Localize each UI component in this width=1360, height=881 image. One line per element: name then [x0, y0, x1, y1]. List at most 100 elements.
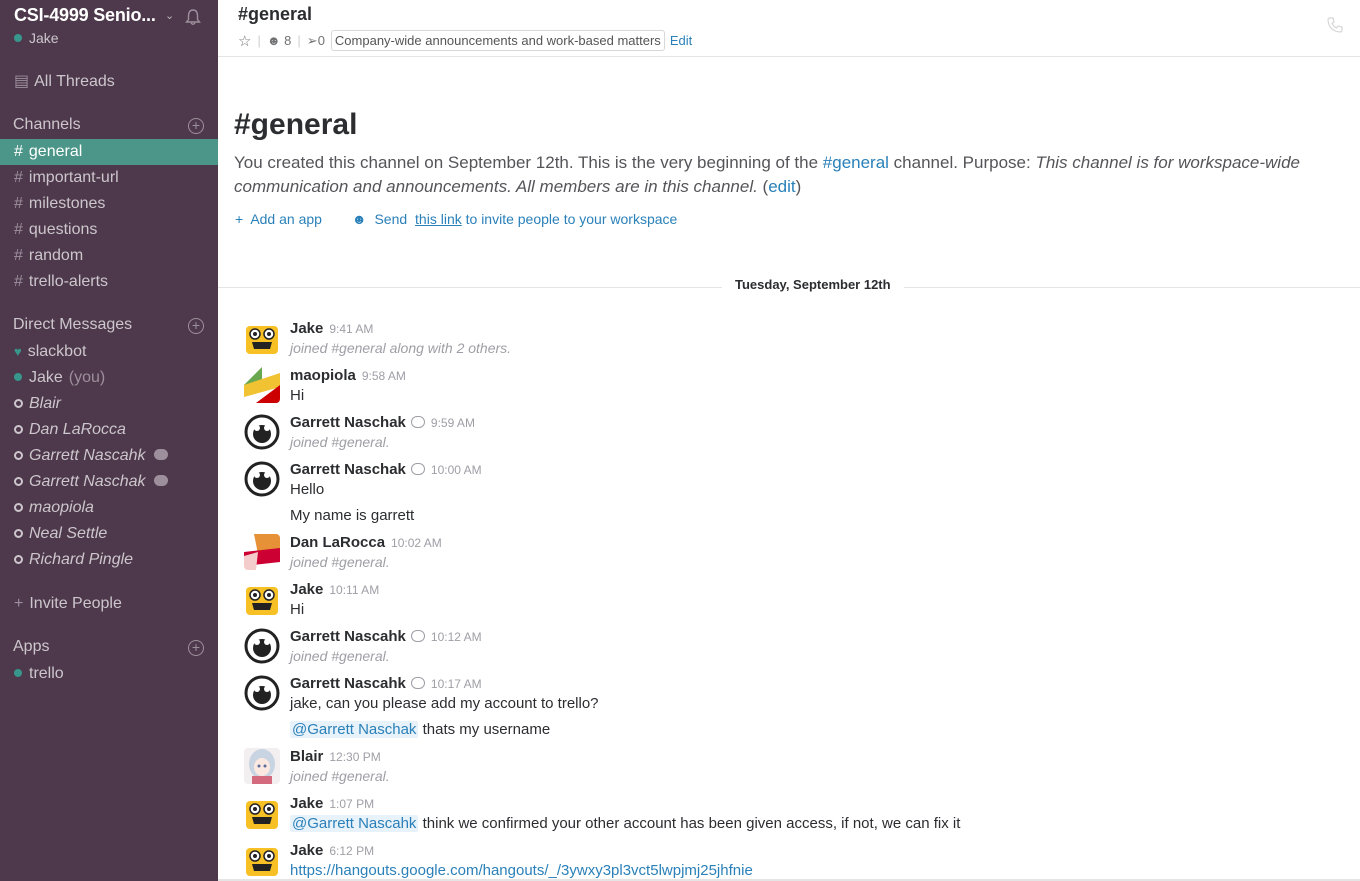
team-name[interactable]: CSI-4999 Senio...	[14, 5, 156, 26]
user-mention[interactable]: @Garrett Nascahk	[290, 815, 419, 832]
message-author[interactable]: Garrett Nascahk 10:17 AM	[290, 675, 482, 692]
threads-icon: ▤	[14, 73, 30, 90]
message-text: @Garrett Nascahk think we confirmed your…	[290, 815, 961, 832]
message-time[interactable]: 10:00 AM	[431, 463, 482, 477]
message-author[interactable]: Jake 6:12 PM	[290, 842, 374, 859]
sidebar-channel-random[interactable]: # random	[0, 243, 218, 269]
message-text: https://hangouts.google.com/hangouts/_/3…	[290, 862, 753, 879]
channel-link[interactable]: #general	[823, 153, 889, 172]
members-button[interactable]: ☻ 8	[267, 33, 292, 48]
channels-heading[interactable]: Channels	[13, 116, 81, 134]
add-app-icon[interactable]: +	[188, 640, 204, 656]
sidebar-dm-maopiola[interactable]: maopiola	[0, 495, 218, 521]
sidebar-channel-general[interactable]: # general	[0, 139, 218, 165]
add-dm-icon[interactable]: +	[188, 318, 204, 334]
message-text: joined #general along with 2 others.	[290, 340, 512, 356]
sidebar-channel-questions[interactable]: # questions	[0, 217, 218, 243]
message-text: My name is garrett	[290, 507, 415, 524]
intro-actions: + Add an app ☻ Send this link to invite …	[235, 211, 685, 227]
dm-heading[interactable]: Direct Messages	[13, 316, 132, 334]
sidebar-dm-garrett-naschak[interactable]: Garrett Naschak	[0, 469, 218, 495]
message-time[interactable]: 10:02 AM	[391, 536, 442, 550]
message-author[interactable]: Garrett Nascahk 10:12 AM	[290, 628, 482, 645]
message-author[interactable]: Blair 12:30 PM	[290, 748, 381, 765]
avatar-garrett-nascahk[interactable]	[244, 628, 280, 664]
avatar-jake[interactable]	[244, 842, 280, 878]
invite-link[interactable]: ☻ Send this link to invite people to you…	[352, 211, 681, 227]
invite-people[interactable]: + Invite People	[0, 591, 218, 617]
message-time[interactable]: 12:30 PM	[329, 750, 380, 764]
star-icon[interactable]: ☆	[238, 32, 251, 50]
avatar-garrett-naschak[interactable]	[244, 461, 280, 497]
bot-bubble-icon	[154, 475, 169, 486]
avatar-maopiola[interactable]	[244, 367, 280, 403]
current-user[interactable]: Jake	[14, 30, 59, 46]
apps-heading[interactable]: Apps	[13, 638, 49, 656]
bot-bubble-icon	[410, 630, 425, 642]
message-author[interactable]: maopiola 9:58 AM	[290, 367, 406, 384]
sidebar-dm-neal-settle[interactable]: Neal Settle	[0, 521, 218, 547]
message-text: Hello	[290, 481, 325, 498]
channel-title[interactable]: #general	[238, 4, 312, 25]
edit-intro-link[interactable]: edit	[768, 177, 795, 196]
bot-bubble-icon	[410, 416, 425, 428]
avatar-jake[interactable]	[244, 320, 280, 356]
sidebar-channel-important-url[interactable]: # important-url	[0, 165, 218, 191]
bot-bubble-icon	[410, 463, 425, 475]
sidebar-dm-slackbot[interactable]: ♥ slackbot	[0, 339, 218, 365]
sidebar-channel-milestones[interactable]: # milestones	[0, 191, 218, 217]
channel-meta: ☆ | ☻ 8 | ➢0 Company-wide announcements …	[238, 30, 692, 51]
channel-header: #general ☆ | ☻ 8 | ➢0 Company-wide annou…	[218, 0, 1360, 57]
message-text: joined #general.	[290, 648, 390, 664]
day-divider[interactable]: Tuesday, September 12th	[722, 277, 904, 292]
presence-active-icon	[14, 34, 22, 42]
sidebar-channel-trello-alerts[interactable]: # trello-alerts	[0, 269, 218, 295]
sidebar-dm-richard-pingle[interactable]: Richard Pingle	[0, 547, 218, 573]
pin-icon: ➢	[306, 32, 318, 48]
bell-icon[interactable]	[184, 8, 202, 26]
add-app-link[interactable]: + Add an app	[235, 211, 326, 227]
message-text: @Garrett Naschak thats my username	[290, 721, 551, 738]
channel-purpose: Company-wide announcements and work-base…	[330, 30, 665, 51]
message-author[interactable]: Jake 10:11 AM	[290, 581, 379, 598]
sidebar: CSI-4999 Senio... ⌄ Jake ▤ All Threads Ch…	[0, 0, 218, 881]
team-menu[interactable]: CSI-4999 Senio... ⌄	[14, 5, 214, 26]
message-author[interactable]: Jake 1:07 PM	[290, 795, 374, 812]
pins-button[interactable]: ➢0	[307, 33, 325, 49]
message-author[interactable]: Dan LaRocca 10:02 AM	[290, 534, 442, 551]
avatar-garrett-nascahk[interactable]	[244, 675, 280, 711]
user-mention[interactable]: @Garrett Naschak	[290, 721, 419, 738]
all-threads[interactable]: ▤ All Threads	[0, 69, 218, 95]
sidebar-dm-garrett-nascahk[interactable]: Garrett Nascahk	[0, 443, 218, 469]
message-text: joined #general.	[290, 768, 390, 784]
avatar-dan-larocca[interactable]	[244, 534, 280, 570]
person-icon: ☻	[266, 33, 281, 48]
plus-icon: +	[235, 211, 244, 227]
message-time[interactable]: 9:41 AM	[329, 322, 373, 336]
avatar-garrett-naschak[interactable]	[244, 414, 280, 450]
sidebar-app-trello[interactable]: trello	[0, 661, 218, 687]
message-time[interactable]: 6:12 PM	[329, 844, 374, 858]
add-channel-icon[interactable]: +	[188, 118, 204, 134]
sidebar-dm-dan-larocca[interactable]: Dan LaRocca	[0, 417, 218, 443]
message-time[interactable]: 9:59 AM	[431, 416, 475, 430]
edit-purpose-link[interactable]: Edit	[670, 33, 692, 48]
message-text: joined #general.	[290, 554, 390, 570]
message-author[interactable]: Garrett Naschak 9:59 AM	[290, 414, 475, 431]
message-author[interactable]: Garrett Naschak 10:00 AM	[290, 461, 482, 478]
message-time[interactable]: 9:58 AM	[362, 369, 406, 383]
sidebar-dm-jake[interactable]: Jake (you)	[0, 365, 218, 391]
message-text: joined #general.	[290, 434, 390, 450]
message-author[interactable]: Jake 9:41 AM	[290, 320, 373, 337]
message-time[interactable]: 10:17 AM	[431, 677, 482, 691]
chevron-down-icon[interactable]: ⌄	[165, 9, 174, 22]
message-time[interactable]: 1:07 PM	[329, 797, 374, 811]
hangouts-link[interactable]: https://hangouts.google.com/hangouts/_/3…	[290, 862, 753, 879]
avatar-jake[interactable]	[244, 795, 280, 831]
avatar-blair[interactable]	[244, 748, 280, 784]
phone-icon[interactable]	[1326, 16, 1344, 34]
message-time[interactable]: 10:11 AM	[329, 583, 379, 597]
message-time[interactable]: 10:12 AM	[431, 630, 482, 644]
avatar-jake[interactable]	[244, 581, 280, 617]
sidebar-dm-blair[interactable]: Blair	[0, 391, 218, 417]
